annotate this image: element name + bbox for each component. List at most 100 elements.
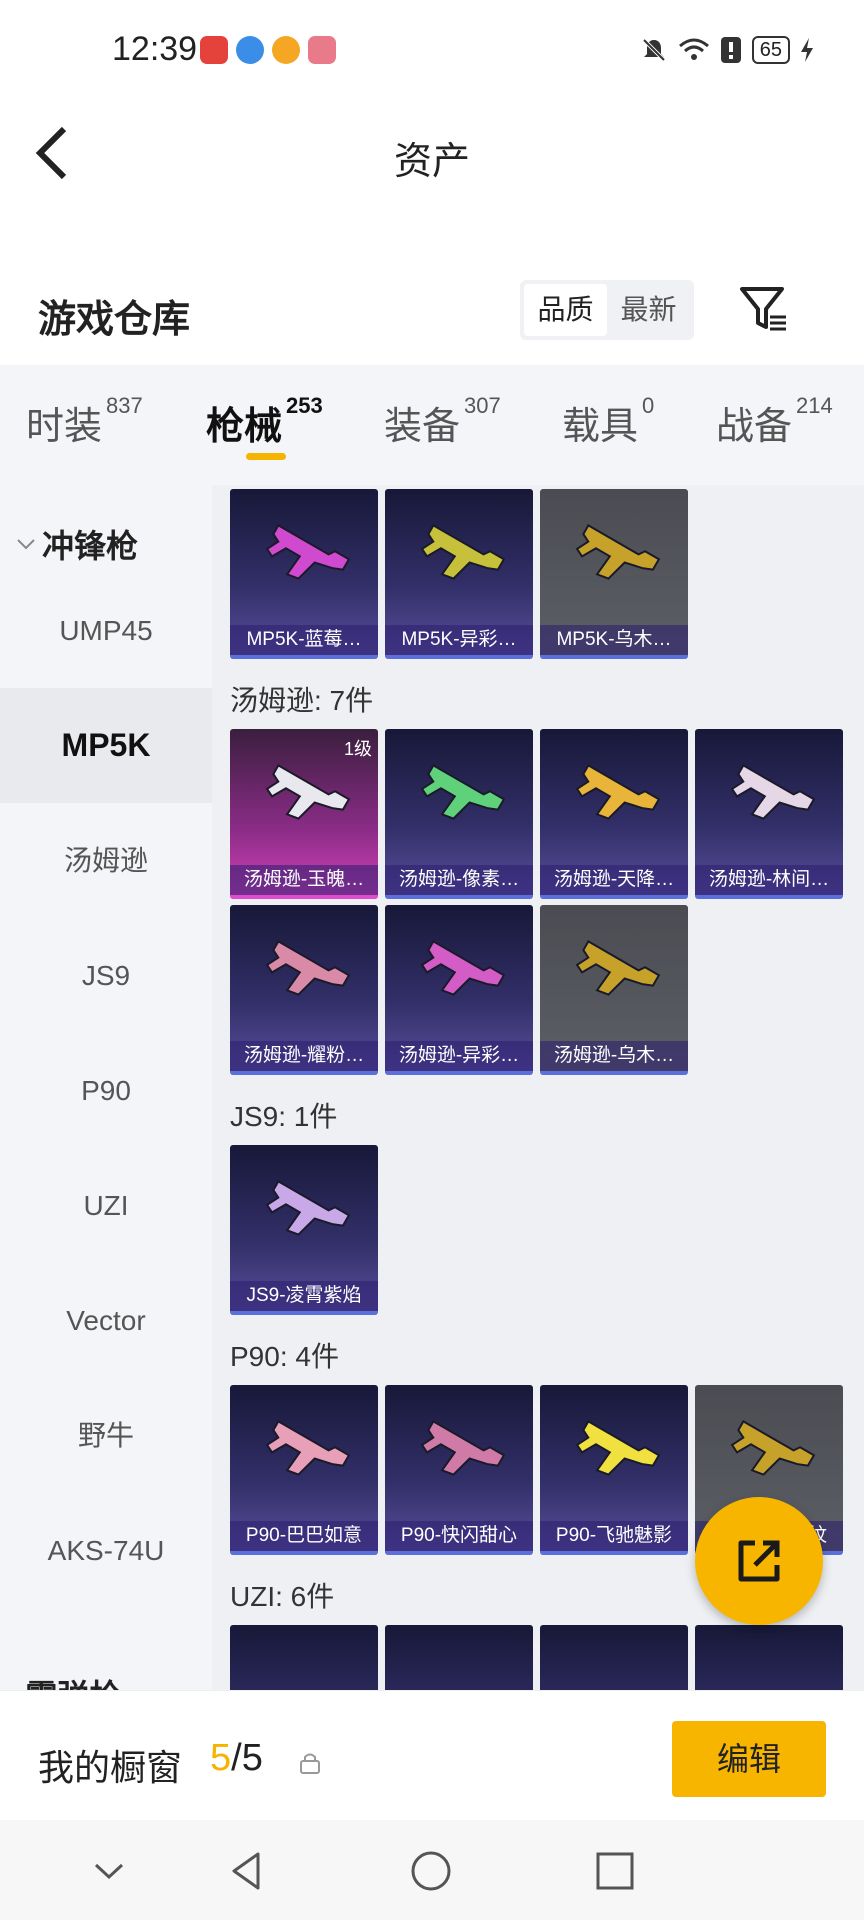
tab-count: 214: [796, 393, 833, 418]
tab-count: 307: [464, 393, 501, 418]
weapon-type-sidebar: 冲锋枪 UMP45 MP5K 汤姆逊 JS9 P90 UZI Vector 野牛…: [0, 485, 212, 1690]
weapon-name: P90-快闪甜心: [385, 1521, 533, 1551]
weapon-name: JS9-凌霄紫焰: [230, 1281, 378, 1311]
weapon-card[interactable]: JS9-凌霄紫焰: [230, 1145, 378, 1315]
showcase-label: 我的橱窗: [38, 1747, 183, 1788]
lock-icon: [300, 1753, 320, 1774]
tab-label: 战备: [716, 406, 793, 448]
weapon-card[interactable]: 汤姆逊-乌木…: [540, 905, 688, 1075]
weapon-card[interactable]: 汤姆逊-耀粉…: [230, 905, 378, 1075]
sidebar-category-label: 霰弹枪: [25, 1671, 121, 1690]
system-nav-bar: [0, 1820, 864, 1920]
alert-icon: [720, 37, 741, 63]
tab-label: 枪械: [206, 406, 283, 448]
weapon-name: 汤姆逊-天降…: [540, 865, 688, 895]
edit-button[interactable]: 编辑: [672, 1721, 826, 1797]
weapon-card[interactable]: 汤姆逊-天降…: [540, 729, 688, 899]
app-notification-icon: [308, 36, 336, 64]
weapon-icon: [420, 1420, 506, 1476]
weapon-card[interactable]: [540, 1625, 688, 1690]
weapon-name: 汤姆逊-耀粉…: [230, 1041, 378, 1071]
weapon-name: MP5K-蓝莓…: [230, 625, 378, 655]
share-icon: [738, 1540, 780, 1582]
sidebar-item-uzi[interactable]: UZI: [0, 1148, 212, 1263]
tab-firearms[interactable]: 枪械253: [206, 393, 323, 450]
weapon-name: P90-巴巴如意: [230, 1521, 378, 1551]
tab-fashion[interactable]: 时装837: [26, 393, 143, 450]
sidebar-item-js9[interactable]: JS9: [0, 918, 212, 1033]
hide-nav-icon[interactable]: [86, 1848, 132, 1894]
filter-button[interactable]: [738, 283, 790, 335]
weapon-card[interactable]: P90-巴巴如意: [230, 1385, 378, 1555]
sidebar-item-mp5k[interactable]: MP5K: [0, 688, 212, 803]
chevron-down-icon: [17, 539, 35, 550]
group-label: P90: 4件: [230, 1341, 339, 1372]
weapon-icon: [265, 524, 351, 580]
app-notification-icon: [272, 36, 300, 64]
showcase-count-total: /5: [231, 1737, 263, 1779]
tab-count: 253: [286, 393, 323, 418]
tab-count: 837: [106, 393, 143, 418]
warehouse-title: 游戏仓库: [38, 299, 191, 341]
battery-indicator: 65: [751, 36, 790, 64]
system-icons: 65: [640, 36, 814, 64]
tab-label: 装备: [384, 406, 461, 448]
weapon-card[interactable]: MP5K-蓝莓…: [230, 489, 378, 659]
sidebar-item-vector[interactable]: Vector: [0, 1263, 212, 1378]
notification-icons: [200, 36, 336, 64]
sidebar-category-smg[interactable]: 冲锋枪: [14, 521, 138, 567]
weapon-card[interactable]: 1级 汤姆逊-玉魄…: [230, 729, 378, 899]
weapon-icon: [420, 764, 506, 820]
tab-equipment[interactable]: 装备307: [384, 393, 501, 450]
showcase-count-current: 5: [210, 1737, 232, 1779]
sidebar-item-aks74u[interactable]: AKS-74U: [0, 1493, 212, 1608]
sidebar-item-bison[interactable]: 野牛: [0, 1378, 212, 1493]
weapon-icon: [265, 764, 351, 820]
weapon-icon: [265, 940, 351, 996]
weapon-name: MP5K-异彩…: [385, 625, 533, 655]
group-label: JS9: 1件: [230, 1101, 338, 1132]
weapon-card[interactable]: MP5K-异彩…: [385, 489, 533, 659]
back-nav-icon[interactable]: [224, 1848, 270, 1894]
weapon-card[interactable]: [695, 1625, 843, 1690]
tab-supplies[interactable]: 战备214: [716, 393, 833, 450]
tab-vehicles[interactable]: 载具0: [562, 393, 654, 450]
weapon-card[interactable]: 汤姆逊-像素…: [385, 729, 533, 899]
sort-toggle: 品质 最新: [520, 280, 694, 340]
sort-newest-option[interactable]: 最新: [607, 284, 690, 336]
weapon-card[interactable]: P90-快闪甜心: [385, 1385, 533, 1555]
app-notification-icon: [236, 36, 264, 64]
sort-quality-option[interactable]: 品质: [524, 284, 607, 336]
sidebar-item-ump45[interactable]: UMP45: [0, 573, 212, 688]
weapon-name: 汤姆逊-玉魄…: [230, 865, 378, 895]
group-label: UZI: 6件: [230, 1581, 335, 1612]
weapon-card[interactable]: [385, 1625, 533, 1690]
weapon-name: P90-飞驰魅影: [540, 1521, 688, 1551]
showcase-bar: 我的橱窗 5/5 编辑: [0, 1690, 864, 1820]
weapon-icon: [575, 1420, 661, 1476]
group-label: 汤姆逊: 7件: [230, 685, 374, 716]
status-bar: 12:39 65: [0, 0, 864, 100]
weapon-icon: [575, 940, 661, 996]
weapon-name: MP5K-乌木…: [540, 625, 688, 655]
mute-icon: [642, 38, 666, 62]
tab-label: 载具: [562, 406, 639, 448]
sidebar-category-shotgun[interactable]: › 霰弹枪: [14, 1671, 121, 1690]
sidebar-item-p90[interactable]: P90: [0, 1033, 212, 1148]
weapon-card[interactable]: 汤姆逊-林间…: [695, 729, 843, 899]
share-fab[interactable]: [695, 1497, 823, 1625]
active-tab-indicator: [246, 453, 286, 460]
status-time: 12:39: [112, 30, 198, 68]
weapon-name: 汤姆逊-林间…: [695, 865, 843, 895]
recents-nav-icon[interactable]: [592, 1848, 638, 1894]
weapon-card[interactable]: 汤姆逊-异彩…: [385, 905, 533, 1075]
home-nav-icon[interactable]: [408, 1848, 454, 1894]
chevron-right-icon: ›: [14, 1681, 21, 1690]
sidebar-item-thompson[interactable]: 汤姆逊: [0, 803, 212, 918]
weapon-card[interactable]: P90-飞驰魅影: [540, 1385, 688, 1555]
weapon-card[interactable]: MP5K-乌木…: [540, 489, 688, 659]
category-tabs: 时装837 枪械253 装备307 载具0 战备214: [0, 365, 864, 485]
weapon-icon: [420, 524, 506, 580]
weapon-card[interactable]: [230, 1625, 378, 1690]
weapon-icon: [575, 764, 661, 820]
